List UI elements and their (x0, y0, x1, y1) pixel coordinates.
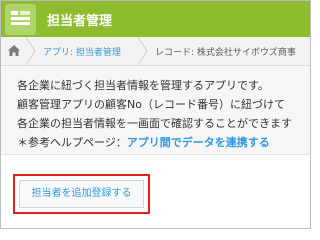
breadcrumb: アプリ: 担当者管理 レコード: 株式会社サイボウズ商事 (1, 37, 310, 66)
add-button-highlight: 担当者を追加登録する (13, 174, 150, 214)
breadcrumb-home[interactable] (1, 37, 27, 65)
description-line: 顧客管理アプリの顧客No（レコード番号）に紐づけて (17, 98, 285, 111)
add-contact-button[interactable]: 担当者を追加登録する (19, 180, 144, 208)
description-help-line: ＊参考ヘルプページ：アプリ間でデータを連携する (17, 134, 270, 150)
app-window: 担当者管理 アプリ: 担当者管理 レコード: 株式会社サイボウズ商事 各企業に紐… (0, 0, 311, 229)
breadcrumb-app[interactable]: アプリ: 担当者管理 (43, 45, 121, 58)
app-header: 担当者管理 (1, 1, 310, 37)
breadcrumb-separator (25, 37, 36, 65)
breadcrumb-record: レコード: 株式会社サイボウズ商事 (155, 48, 296, 58)
breadcrumb-separator (137, 37, 148, 65)
description-line: 各企業に紐づく担当者情報を管理するアプリです。 (17, 79, 269, 92)
help-page-link[interactable]: アプリ間でデータを連携する (127, 136, 270, 149)
app-title: 担当者管理 (47, 14, 113, 29)
home-icon (8, 45, 20, 56)
description-line: 各企業の担当者情報を一画面で確認することができます (17, 117, 292, 130)
help-prefix: ＊参考ヘルプページ： (17, 136, 127, 149)
app-list-icon[interactable] (5, 4, 36, 35)
app-description: 各企業に紐づく担当者情報を管理するアプリです。 顧客管理アプリの顧客No（レコー… (1, 66, 310, 155)
